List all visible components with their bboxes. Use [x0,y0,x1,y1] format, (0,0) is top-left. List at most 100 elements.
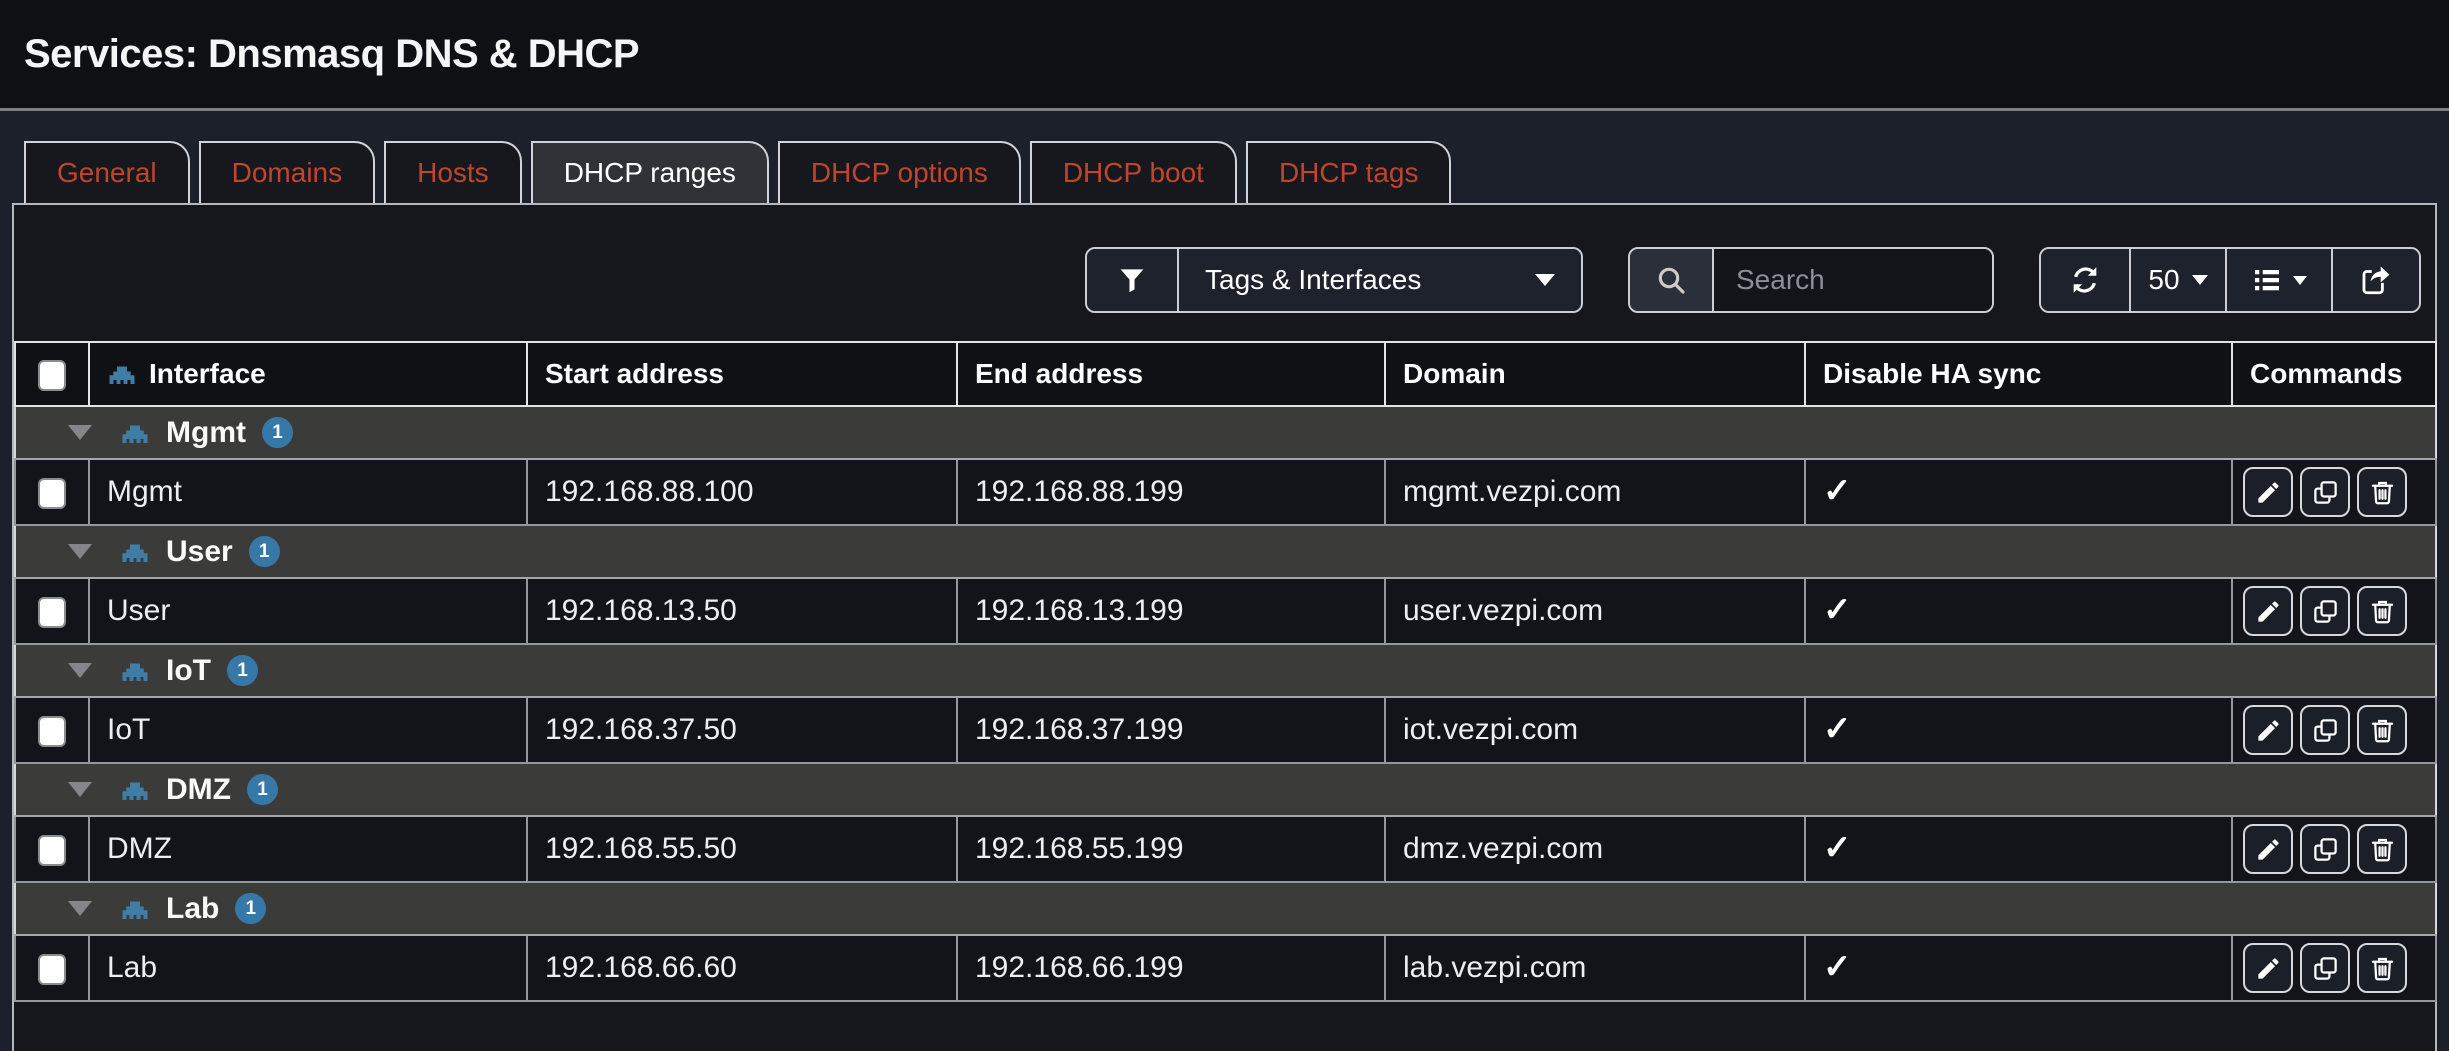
tab-hosts[interactable]: Hosts [384,141,522,203]
interface-cell: Mgmt [89,459,527,525]
interface-cell: Lab [89,935,527,1001]
copy-button[interactable] [2300,586,2350,636]
column-header-commands: Commands [2232,342,2436,406]
trash-icon [2369,717,2396,744]
group-name: IoT [166,654,211,688]
select-all-checkbox[interactable] [38,360,66,391]
delete-button[interactable] [2357,467,2407,517]
end-address-cell: 192.168.13.199 [957,578,1385,644]
ethernet-icon [120,537,150,567]
start-address-cell: 192.168.13.50 [527,578,957,644]
search-icon [1630,249,1712,311]
ethernet-icon [120,656,150,686]
edit-button[interactable] [2243,467,2293,517]
collapse-group-caret[interactable] [68,901,92,916]
tab-domains[interactable]: Domains [199,141,375,203]
row-checkbox[interactable] [38,478,66,509]
tab-dhcp-ranges[interactable]: DHCP ranges [531,141,769,203]
check-icon: ✓ [1823,829,1852,867]
table-actions-group: 50 [2039,247,2421,313]
end-address-cell: 192.168.55.199 [957,816,1385,882]
row-checkbox[interactable] [38,716,66,747]
filter-group: Tags & Interfaces [1085,247,1583,313]
ethernet-icon [107,359,137,389]
edit-button[interactable] [2243,586,2293,636]
commands-cell [2232,459,2436,525]
delete-button[interactable] [2357,705,2407,755]
edit-pencil-icon [2255,479,2282,506]
delete-button[interactable] [2357,586,2407,636]
domain-cell: lab.vezpi.com [1385,935,1805,1001]
disable-ha-sync-cell: ✓ [1805,697,2232,763]
check-icon: ✓ [1823,472,1852,510]
edit-pencil-icon [2255,717,2282,744]
dhcp-ranges-table: Interface Start address End address Doma… [14,341,2437,1002]
group-name: DMZ [166,773,231,807]
collapse-group-caret[interactable] [68,663,92,678]
copy-icon [2312,955,2339,982]
page-title: Services: Dnsmasq DNS & DHCP [24,32,639,77]
disable-ha-sync-cell: ✓ [1805,935,2232,1001]
tab-dhcp-tags[interactable]: DHCP tags [1246,141,1452,203]
trash-icon [2369,955,2396,982]
table-header-row: Interface Start address End address Doma… [15,342,2436,406]
tab-dhcp-boot[interactable]: DHCP boot [1030,141,1237,203]
group-name: Lab [166,892,219,926]
domain-cell: mgmt.vezpi.com [1385,459,1805,525]
delete-button[interactable] [2357,943,2407,993]
collapse-group-caret[interactable] [68,782,92,797]
group-count-badge: 1 [249,536,280,567]
columns-dropdown[interactable] [2225,249,2331,311]
page-size-value: 50 [2148,264,2179,296]
check-icon: ✓ [1823,710,1852,748]
filter-type-dropdown[interactable]: Tags & Interfaces [1177,249,1581,311]
copy-button[interactable] [2300,467,2350,517]
chevron-down-icon [2192,275,2208,285]
tab-general[interactable]: General [24,141,190,203]
end-address-cell: 192.168.37.199 [957,697,1385,763]
disable-ha-sync-cell: ✓ [1805,578,2232,644]
edit-button[interactable] [2243,943,2293,993]
interface-cell: DMZ [89,816,527,882]
disable-ha-sync-cell: ✓ [1805,459,2232,525]
group-count-badge: 1 [247,774,278,805]
domain-cell: dmz.vezpi.com [1385,816,1805,882]
commands-cell [2232,816,2436,882]
interface-group-row: User1 [15,525,2436,578]
delete-button[interactable] [2357,824,2407,874]
search-input[interactable] [1712,249,1992,311]
edit-button[interactable] [2243,705,2293,755]
export-button[interactable] [2331,249,2419,311]
tab-dhcp-options[interactable]: DHCP options [778,141,1021,203]
row-checkbox[interactable] [38,597,66,628]
chevron-down-icon [2293,276,2307,285]
refresh-button[interactable] [2041,249,2129,311]
row-checkbox[interactable] [38,835,66,866]
check-icon: ✓ [1823,591,1852,629]
start-address-cell: 192.168.66.60 [527,935,957,1001]
edit-pencil-icon [2255,955,2282,982]
interface-cell: User [89,578,527,644]
page-size-dropdown[interactable]: 50 [2129,249,2225,311]
collapse-group-caret[interactable] [68,425,92,440]
table-toolbar: Tags & Interfaces [14,205,2435,341]
interface-group-row: DMZ 1 [15,763,2436,816]
trash-icon [2369,598,2396,625]
copy-button[interactable] [2300,943,2350,993]
page-header: Services: Dnsmasq DNS & DHCP [0,0,2449,111]
edit-button[interactable] [2243,824,2293,874]
copy-button[interactable] [2300,705,2350,755]
table-body: Mgmt1Mgmt192.168.88.100192.168.88.199mgm… [15,406,2436,1001]
copy-button[interactable] [2300,824,2350,874]
tab-content-panel: Tags & Interfaces [12,203,2437,1051]
dhcp-range-row: DMZ192.168.55.50192.168.55.199dmz.vezpi.… [15,816,2436,882]
filter-button[interactable] [1087,249,1177,311]
ethernet-icon [120,418,150,448]
row-checkbox[interactable] [38,954,66,985]
column-header-interface: Interface [149,358,266,390]
ethernet-icon [120,894,150,924]
collapse-group-caret[interactable] [68,544,92,559]
column-header-end-address: End address [957,342,1385,406]
dhcp-range-row: IoT192.168.37.50192.168.37.199iot.vezpi.… [15,697,2436,763]
interface-group-row: Lab1 [15,882,2436,935]
